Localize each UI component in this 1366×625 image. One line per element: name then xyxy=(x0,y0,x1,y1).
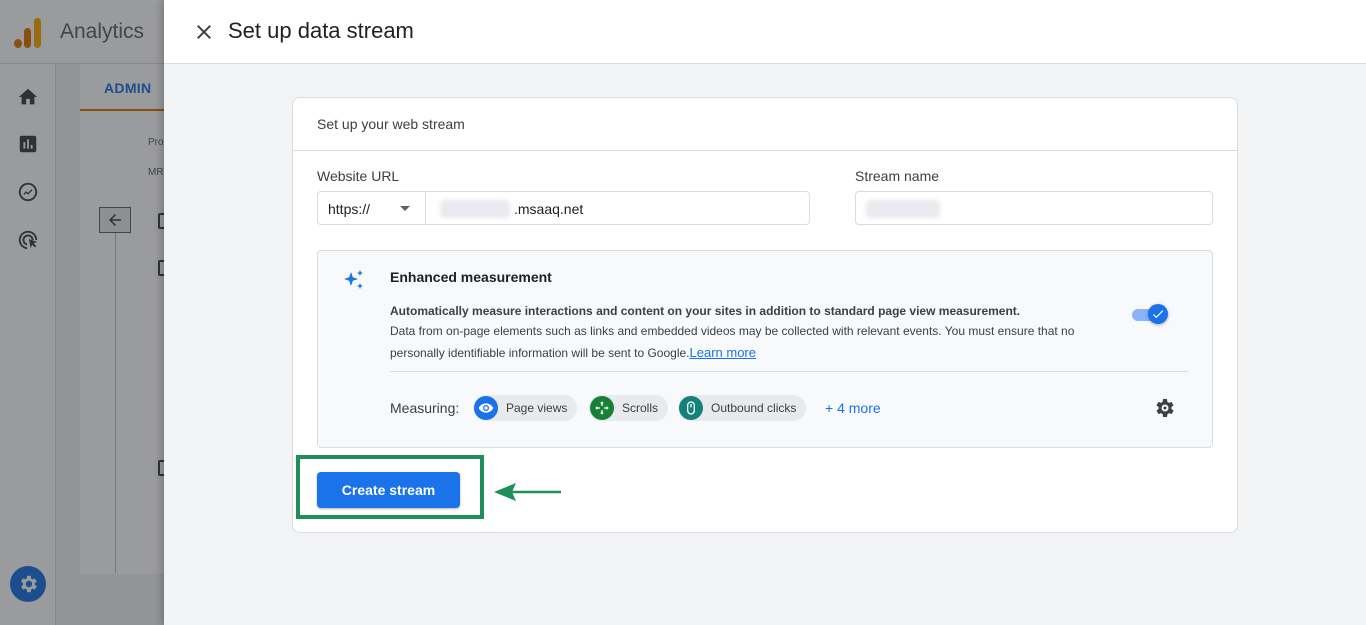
highlight-box xyxy=(296,455,484,519)
stream-name-input[interactable] xyxy=(855,191,1213,225)
website-url-label: Website URL xyxy=(317,168,400,184)
eye-icon xyxy=(474,396,498,420)
enhanced-measurement-summary: Automatically measure interactions and c… xyxy=(390,304,1021,318)
protocol-value: https:// xyxy=(328,201,371,217)
chip-scrolls: Scrolls xyxy=(589,395,669,421)
scrim-overlay[interactable] xyxy=(0,0,164,625)
sparkle-icon xyxy=(342,268,366,292)
scroll-arrows-icon xyxy=(590,396,614,420)
chip-label: Outbound clicks xyxy=(711,401,797,415)
enhanced-measurement-title: Enhanced measurement xyxy=(390,269,552,285)
protocol-select[interactable]: https:// xyxy=(318,192,426,224)
close-icon[interactable] xyxy=(192,20,216,44)
website-url-field: https:// .msaaq.net xyxy=(317,191,810,225)
chip-label: Scrolls xyxy=(622,401,659,415)
learn-more-link[interactable]: Learn more xyxy=(690,345,756,360)
more-measurements-link[interactable]: + 4 more xyxy=(825,400,881,416)
enhanced-measurement-toggle[interactable] xyxy=(1132,304,1168,324)
dropdown-arrow-icon xyxy=(400,206,410,211)
enhanced-measurement-section: Enhanced measurement Automatically measu… xyxy=(317,250,1213,448)
panel-header: Set up data stream xyxy=(164,0,1366,64)
website-url-input[interactable]: .msaaq.net xyxy=(514,201,583,217)
stream-name-label: Stream name xyxy=(855,168,940,184)
gear-icon[interactable] xyxy=(1152,396,1176,420)
redacted-stream-name xyxy=(866,200,940,218)
check-icon xyxy=(1148,304,1168,324)
measuring-label: Measuring: xyxy=(390,400,460,416)
card-heading: Set up your web stream xyxy=(293,98,1237,151)
panel-title: Set up data stream xyxy=(228,18,414,43)
setup-data-stream-panel: Set up data stream Set up your web strea… xyxy=(164,0,1366,625)
redacted-domain xyxy=(440,200,510,218)
divider xyxy=(390,371,1188,372)
chip-outbound-clicks: Outbound clicks xyxy=(678,395,807,421)
pointer-arrow-icon xyxy=(494,483,561,501)
chip-page-views: Page views xyxy=(473,395,578,421)
enhanced-measurement-description: Data from on-page elements such as links… xyxy=(390,321,1120,364)
mouse-icon xyxy=(679,396,703,420)
chip-label: Page views xyxy=(506,401,568,415)
